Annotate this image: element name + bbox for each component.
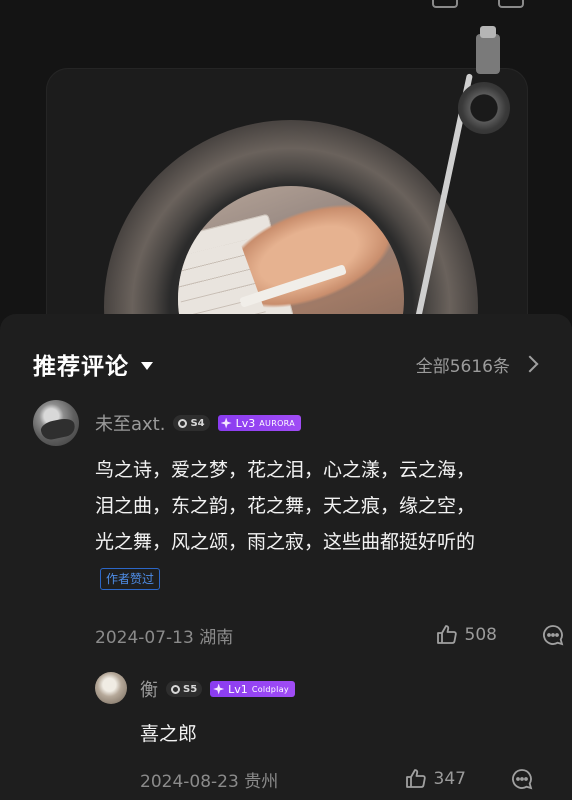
caret-down-icon bbox=[141, 361, 153, 370]
disc-icon bbox=[171, 684, 180, 694]
sparkle-icon bbox=[220, 417, 232, 429]
vinyl-badge: S5 bbox=[166, 681, 203, 697]
level-label: Lv3 bbox=[235, 416, 256, 430]
view-all-comments-link[interactable]: 全部5616条 bbox=[415, 352, 539, 377]
level-badge: Lv1 Coldplay bbox=[210, 681, 295, 697]
top-toolbar bbox=[432, 0, 524, 8]
sort-dropdown[interactable]: 推荐评论 bbox=[33, 347, 153, 381]
tonearm-counterweight bbox=[476, 26, 500, 74]
like-button[interactable]: 347 bbox=[404, 767, 466, 791]
sparkle-icon bbox=[213, 683, 225, 695]
comment-date: 2024-07-13 湖南 bbox=[95, 627, 234, 648]
level-tag: Coldplay bbox=[251, 684, 289, 694]
section-title: 推荐评论 bbox=[33, 354, 129, 380]
comment-line: 光之舞，风之颂，雨之寂，这些曲都挺好听的 bbox=[95, 531, 476, 553]
comments-sheet: 推荐评论 全部5616条 未至axt. S4 Lv3 AURORA 鸟之诗，爱之… bbox=[0, 314, 572, 800]
comment-line: 鸟之诗，爱之梦，花之泪，心之漾，云之海， bbox=[95, 459, 476, 481]
thumbs-up-icon bbox=[436, 625, 457, 644]
tonearm-base bbox=[458, 82, 510, 134]
comment-meta: 未至axt. S4 Lv3 AURORA bbox=[95, 410, 301, 436]
disc-icon bbox=[178, 418, 188, 428]
avatar[interactable] bbox=[33, 400, 79, 446]
download-icon[interactable] bbox=[432, 0, 458, 8]
like-count: 347 bbox=[433, 769, 466, 789]
level-tag: AURORA bbox=[259, 418, 295, 428]
player-area bbox=[0, 0, 572, 330]
username[interactable]: 衡 bbox=[140, 676, 158, 702]
like-count: 508 bbox=[464, 625, 497, 645]
comment-line: 泪之曲，东之韵，花之舞，天之痕，缘之空， bbox=[95, 495, 476, 517]
comments-header: 推荐评论 全部5616条 bbox=[33, 347, 539, 381]
vinyl-badge-label: S4 bbox=[190, 417, 205, 429]
level-label: Lv1 bbox=[228, 682, 248, 696]
like-button[interactable]: 508 bbox=[435, 623, 497, 647]
username[interactable]: 未至axt. bbox=[95, 410, 165, 436]
avatar[interactable] bbox=[95, 672, 127, 704]
comment-text: 喜之郎 bbox=[140, 723, 198, 745]
level-badge: Lv3 AURORA bbox=[217, 415, 301, 431]
vinyl-badge-label: S5 bbox=[183, 683, 198, 695]
chevron-right-icon bbox=[521, 355, 539, 373]
author-liked-tag: 作者赞过 bbox=[100, 568, 161, 590]
vinyl-badge: S4 bbox=[173, 415, 210, 431]
view-all-label: 全部5616条 bbox=[415, 356, 510, 377]
comment-footer: 2024-07-13 湖南 508 bbox=[95, 620, 565, 650]
comment-date: 2024-08-23 贵州 bbox=[140, 771, 279, 792]
comment-meta: 衡 S5 Lv1 Coldplay bbox=[140, 676, 295, 702]
reply-icon[interactable] bbox=[510, 767, 534, 791]
share-icon[interactable] bbox=[498, 0, 524, 8]
comment-text: 鸟之诗，爱之梦，花之泪，心之漾，云之海， 泪之曲，东之韵，花之舞，天之痕，缘之空… bbox=[95, 452, 545, 560]
reply-icon[interactable] bbox=[541, 623, 565, 647]
thumbs-up-icon bbox=[405, 769, 426, 788]
comment-footer: 2024-08-23 贵州 347 bbox=[140, 764, 534, 794]
